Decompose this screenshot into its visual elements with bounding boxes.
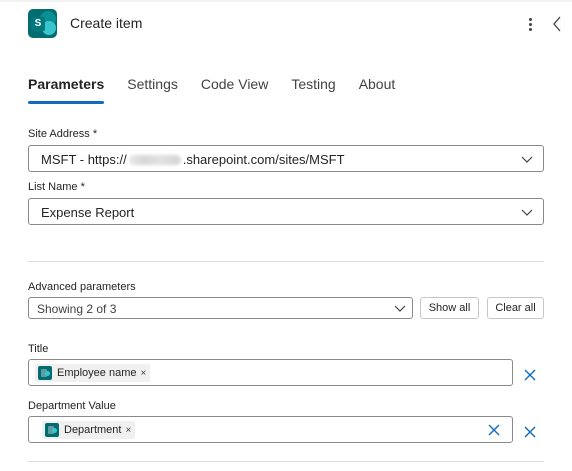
chevron-down-icon [521,156,533,163]
tab-code-view[interactable]: Code View [201,76,268,104]
site-address-dropdown[interactable]: MSFT - https:// .sharepoint.com/sites/MSF… [28,145,544,172]
list-name-value: Expense Report [41,205,135,220]
sharepoint-icon [45,423,59,437]
site-address-prefix: MSFT - https:// [41,152,127,167]
sharepoint-icon [38,366,52,380]
chevron-down-icon [394,305,406,312]
action-title: Create item [70,15,143,31]
remove-token-icon[interactable]: × [125,425,131,436]
tab-about[interactable]: About [359,76,396,104]
title-field-label: Title [28,343,49,355]
list-name-dropdown[interactable]: Expense Report [28,198,544,225]
chevron-down-icon [521,209,533,216]
more-options-button[interactable] [520,13,540,35]
chevron-left-icon [553,16,561,32]
sharepoint-icon-letter: S [31,17,45,31]
title-input[interactable]: Employee name × [28,359,513,386]
panel-header: S Create item [0,0,572,48]
list-name-label: List Name * [28,181,85,193]
dynamic-content-token[interactable]: Employee name × [35,364,151,382]
tab-parameters[interactable]: Parameters [28,76,105,104]
section-divider [28,461,544,462]
more-vertical-icon [528,17,532,21]
advanced-parameters-label: Advanced parameters [28,281,136,293]
show-all-button[interactable]: Show all [420,297,479,319]
department-value-input[interactable]: Department × [28,416,513,443]
redacted-tenant [128,155,181,165]
tab-bar: Parameters Settings Code View Testing Ab… [28,76,418,106]
advanced-parameters-value: Showing 2 of 3 [37,302,117,316]
site-address-value: MSFT - https:// .sharepoint.com/sites/MSF… [41,152,345,167]
advanced-parameters-dropdown[interactable]: Showing 2 of 3 [28,297,413,319]
close-icon [488,424,500,436]
dynamic-content-token[interactable]: Department × [42,421,136,439]
remove-department-field-button[interactable] [522,424,538,440]
close-icon [524,426,536,438]
tab-testing[interactable]: Testing [291,76,335,104]
remove-title-field-button[interactable] [522,367,538,383]
token-label: Employee name [57,367,137,379]
site-address-suffix: .sharepoint.com/sites/MSFT [182,152,345,167]
close-icon [524,369,536,381]
token-label: Department [64,424,122,436]
section-divider [28,261,544,262]
department-value-label: Department Value [28,400,116,412]
tab-settings[interactable]: Settings [127,76,178,104]
clear-all-button[interactable]: Clear all [487,297,544,319]
clear-input-button[interactable] [486,422,502,438]
remove-token-icon[interactable]: × [141,368,147,379]
site-address-label: Site Address * [28,128,98,140]
collapse-panel-button[interactable] [549,14,565,34]
sharepoint-icon: S [28,9,57,38]
